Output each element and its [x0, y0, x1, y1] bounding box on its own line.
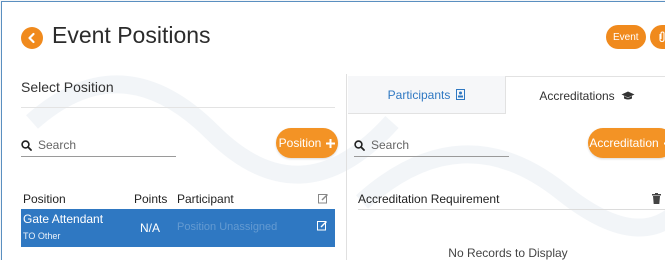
- accreditation-search: [354, 134, 509, 157]
- tab-accreditations[interactable]: Accreditations: [505, 76, 665, 114]
- section-title: Select Position: [21, 79, 114, 95]
- positions-table-header: Position Points Participant: [21, 189, 335, 210]
- arrow-left-icon: [28, 32, 35, 44]
- tab-participants-label: Participants: [387, 87, 451, 102]
- row-position-sublabel: TO Other: [23, 231, 61, 241]
- attachment-button[interactable]: [650, 25, 665, 49]
- event-button-label: Event: [613, 31, 639, 43]
- page-header: Event Positions Event: [2, 2, 665, 72]
- back-button[interactable]: [21, 27, 43, 49]
- tab-participants[interactable]: Participants: [348, 76, 505, 114]
- column-header-participant: Participant: [177, 192, 234, 206]
- accreditation-search-input[interactable]: [371, 138, 501, 152]
- column-header-position: Position: [23, 192, 66, 206]
- graduation-cap-icon: [621, 91, 635, 99]
- add-position-label: Position: [278, 136, 322, 150]
- search-icon: [21, 139, 32, 151]
- accreditations-table-header: Accreditation Requirement: [358, 189, 665, 210]
- position-search: [21, 134, 176, 157]
- search-icon: [354, 139, 365, 151]
- edit-icon: [318, 194, 328, 204]
- row-position-name: Gate Attendant: [23, 212, 104, 226]
- position-search-input[interactable]: [38, 138, 168, 152]
- details-panel: Participants Accreditations Accreditatio…: [348, 74, 665, 260]
- plus-icon: [326, 138, 336, 148]
- add-position-button[interactable]: Position: [276, 128, 338, 158]
- app-window: Event Positions Event Select Position Se…: [1, 1, 665, 260]
- position-panel: Select Position Position Position Points…: [21, 74, 338, 260]
- row-points: N/A: [140, 221, 161, 235]
- page-title: Event Positions: [52, 22, 211, 48]
- event-button[interactable]: Event: [606, 25, 646, 49]
- empty-state-message: No Records to Display: [448, 246, 568, 260]
- add-accreditation-label: Accreditation: [589, 136, 659, 150]
- table-row-selected[interactable]: Gate Attendant TO Other N/A Position Una…: [21, 209, 335, 247]
- column-header-points: Points: [134, 192, 168, 206]
- edit-row-icon[interactable]: [317, 220, 328, 231]
- trash-icon[interactable]: [652, 193, 661, 204]
- tab-accreditations-label: Accreditations: [539, 88, 615, 103]
- id-badge-icon: [456, 89, 466, 100]
- row-participant: Position Unassigned: [177, 221, 278, 233]
- add-accreditation-button[interactable]: Accreditation: [588, 128, 665, 158]
- panel-divider: [346, 74, 347, 260]
- section-divider: [21, 107, 335, 108]
- paperclip-icon: [659, 31, 665, 43]
- column-header-accreditation: Accreditation Requirement: [358, 192, 500, 206]
